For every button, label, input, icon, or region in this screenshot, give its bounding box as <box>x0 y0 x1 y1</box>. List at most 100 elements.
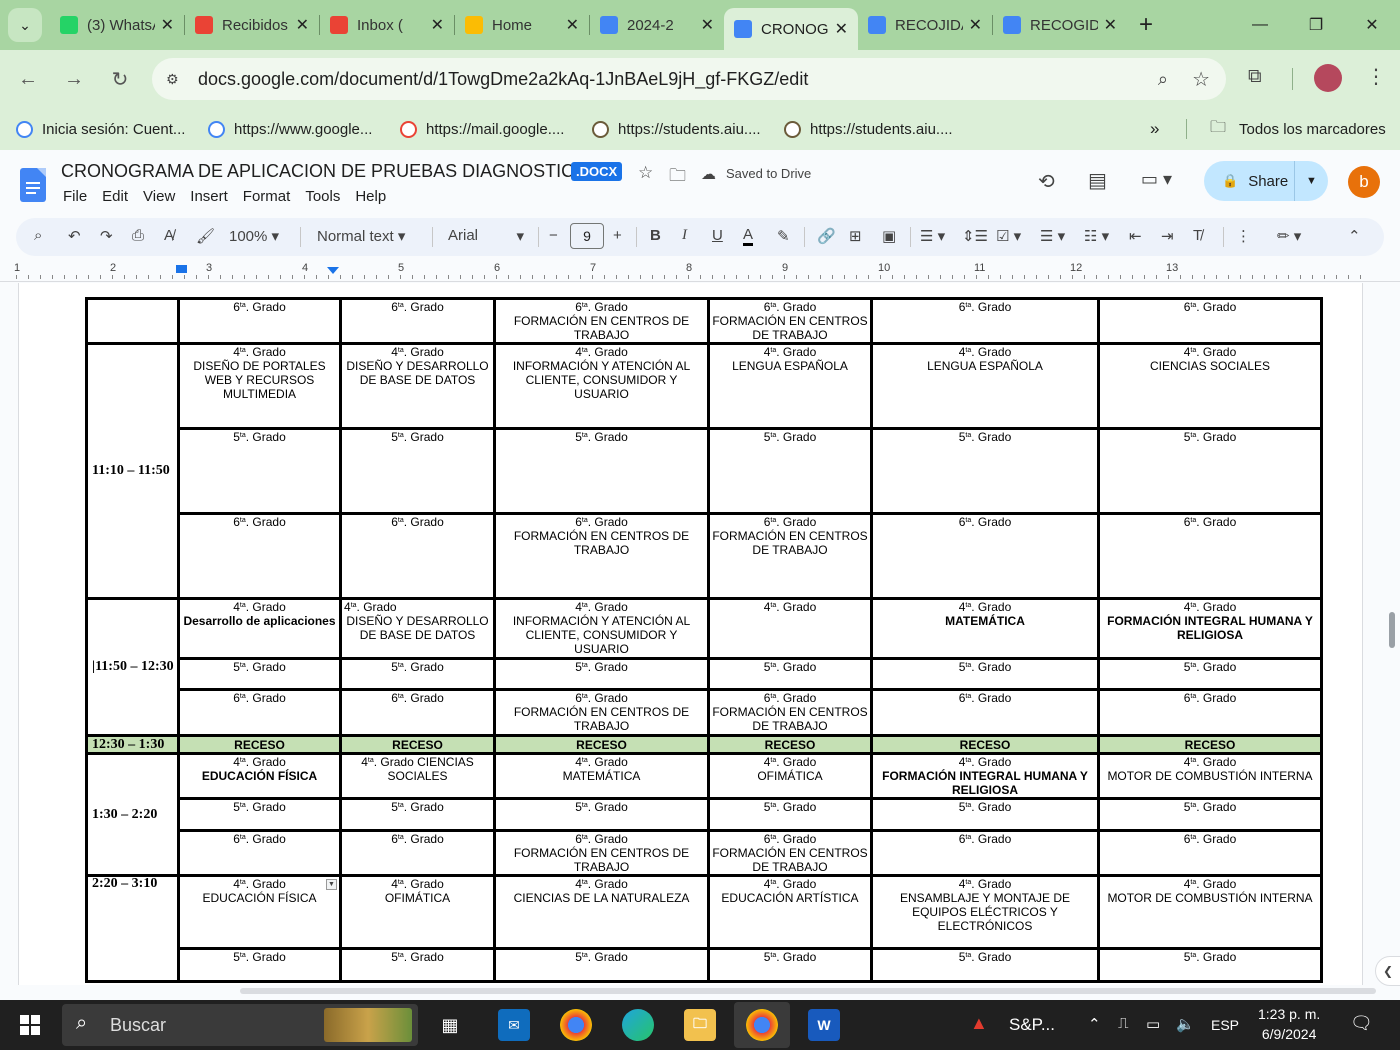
schedule-cell[interactable]: 4ta. Grado CIENCIAS SOCIALES <box>339 752 496 800</box>
schedule-cell[interactable]: 6ta. Grado <box>870 829 1100 877</box>
browser-tab[interactable]: CRONOGRAMA ✕ <box>724 8 858 50</box>
task-view-icon[interactable]: ▦ <box>434 1009 466 1041</box>
time-cell[interactable] <box>85 297 180 345</box>
schedule-cell[interactable]: 4ta. Grado <box>707 597 873 660</box>
chrome-active-icon[interactable] <box>746 1009 778 1041</box>
schedule-cell[interactable]: 6ta. Grado FORMACIÓN EN CENTROS DE TRABAJ… <box>707 829 873 877</box>
clock[interactable]: 1:23 p. m. 6/9/2024 <box>1258 1004 1320 1044</box>
schedule-cell[interactable]: 6ta. Grado <box>177 512 342 600</box>
schedule-cell[interactable]: 6ta. Grado <box>870 297 1100 345</box>
numbered-list-icon[interactable]: ☷ ▾ <box>1084 227 1109 245</box>
checklist-icon[interactable]: ☑ ▾ <box>996 227 1021 245</box>
bookmark-item[interactable]: https://www.google... <box>208 120 384 138</box>
schedule-cell[interactable]: 5ta. Grado <box>870 947 1100 983</box>
schedule-cell[interactable]: 6ta. Grado FORMACIÓN EN CENTROS DE TRABAJ… <box>707 297 873 345</box>
menu-tools[interactable]: Tools <box>305 188 340 205</box>
close-tab-icon[interactable]: ✕ <box>566 15 579 35</box>
mail-app-icon[interactable]: ✉ <box>498 1009 530 1041</box>
schedule-cell[interactable]: 5ta. Grado <box>1097 657 1323 691</box>
schedule-cell[interactable]: 6ta. Grado <box>339 829 496 877</box>
meet-icon[interactable]: ▭ ▾ <box>1141 169 1172 190</box>
time-cell[interactable]: 2:20 – 3:10 <box>85 874 180 983</box>
schedule-cell[interactable]: 6ta. Grado <box>177 829 342 877</box>
schedule-cell[interactable]: 4ta. Grado INFORMACIÓN Y ATENCIÓN AL CLIE… <box>493 342 710 430</box>
ruler[interactable]: 1 2 3 4 5 6 7 8 9 10 11 12 13 <box>0 262 1400 282</box>
schedule-cell[interactable]: 5ta. Grado <box>707 427 873 515</box>
paint-format-icon[interactable]: 🖌 <box>196 227 215 245</box>
usb-icon[interactable]: ⎍ <box>1118 1015 1129 1032</box>
bold-icon[interactable]: B <box>650 227 661 244</box>
style-select[interactable]: Normal text ▾ <box>317 227 405 245</box>
editing-mode-icon[interactable]: ✏ ▾ <box>1277 227 1301 245</box>
more-options-icon[interactable]: ⋮ <box>1236 227 1251 245</box>
comments-icon[interactable]: ▤ <box>1088 168 1107 193</box>
more-menu-icon[interactable]: ⋮ <box>1366 64 1386 89</box>
expand-side-panel-icon[interactable]: ❮ <box>1375 956 1400 986</box>
taskbar-search[interactable]: ⌕ Buscar <box>62 1004 418 1046</box>
share-dropdown-icon[interactable]: ▼ <box>1294 161 1328 201</box>
docs-logo-icon[interactable] <box>20 168 46 202</box>
document-page[interactable]: 6ta. Grado 6ta. Grado 6ta. Grado FORMACIÓN … <box>18 283 1363 985</box>
tab-search-button[interactable]: ⌄ <box>8 8 42 42</box>
schedule-cell[interactable]: 5ta. Grado <box>493 797 710 832</box>
schedule-cell[interactable]: 5ta. Grado <box>707 657 873 691</box>
document-title[interactable]: CRONOGRAMA DE APLICACION DE PRUEBAS DIAG… <box>61 161 586 182</box>
font-select[interactable]: Arial ▾ <box>448 227 524 245</box>
browser-tab[interactable]: Inbox (✕ <box>320 8 454 42</box>
close-tab-icon[interactable]: ✕ <box>835 19 848 39</box>
right-indent-marker[interactable] <box>327 267 339 274</box>
reload-button[interactable]: ↻ <box>100 67 140 92</box>
star-icon[interactable]: ☆ <box>638 163 653 183</box>
align-icon[interactable]: ☰ ▾ <box>920 227 945 245</box>
decrease-indent-icon[interactable]: ⇤ <box>1129 227 1142 245</box>
bookmark-star-icon[interactable]: ☆ <box>1192 67 1210 92</box>
history-icon[interactable]: ⟲ <box>1038 169 1055 194</box>
increase-indent-icon[interactable]: ⇥ <box>1161 227 1174 245</box>
spellcheck-icon[interactable]: A̸ <box>164 227 174 244</box>
minimize-button[interactable]: — <box>1232 0 1288 50</box>
back-button[interactable]: ← <box>8 68 48 91</box>
address-bar[interactable]: ⚙ docs.google.com/document/d/1TowgDme2a2… <box>152 58 1226 100</box>
schedule-cell[interactable]: 5ta. Grado <box>177 657 342 691</box>
schedule-cell[interactable]: 4ta. Grado DISEÑO Y DESARROLLO DE BASE DE… <box>339 597 496 660</box>
url-text[interactable]: docs.google.com/document/d/1TowgDme2a2kA… <box>198 69 808 90</box>
underline-icon[interactable]: U <box>712 227 723 244</box>
schedule-cell[interactable]: 6ta. Grado <box>1097 688 1323 737</box>
schedule-cell[interactable]: 4ta. Grado ENSAMBLAJE Y MONTAJE DE EQUIPO… <box>870 874 1100 950</box>
schedule-cell[interactable]: 4ta. Grado MOTOR DE COMBUSTIÓN INTERNA <box>1097 752 1323 800</box>
schedule-cell[interactable]: 6ta. Grado <box>339 297 496 345</box>
close-tab-icon[interactable]: ✕ <box>969 15 982 35</box>
print-icon[interactable]: ⎙ <box>132 227 144 244</box>
time-cell[interactable]: |11:50 – 12:30 <box>85 597 180 737</box>
time-cell[interactable]: 1:30 – 2:20 <box>85 752 180 877</box>
add-comment-icon[interactable]: ⊞ <box>849 227 862 245</box>
horizontal-scrollbar[interactable] <box>240 988 1376 994</box>
menu-file[interactable]: File <box>63 188 87 205</box>
recess-cell[interactable]: RECESO <box>177 734 342 755</box>
schedule-cell[interactable]: 6ta. Grado <box>870 512 1100 600</box>
menu-insert[interactable]: Insert <box>190 188 228 205</box>
schedule-cell[interactable]: 5ta. Grado <box>1097 947 1323 983</box>
schedule-cell[interactable]: 6ta. Grado <box>1097 512 1323 600</box>
increase-font-icon[interactable]: + <box>613 227 622 244</box>
schedule-cell[interactable]: 4ta. Grado DISEÑO DE PORTALES WEB Y RECUR… <box>177 342 342 430</box>
recess-cell[interactable]: RECESO <box>870 734 1100 755</box>
schedule-cell[interactable]: 4ta. Grado FORMACIÓN INTEGRAL HUMANA Y RE… <box>870 752 1100 800</box>
decrease-font-icon[interactable]: − <box>549 227 558 244</box>
close-tab-icon[interactable]: ✕ <box>161 15 174 35</box>
volume-icon[interactable]: 🔈 <box>1176 1015 1195 1033</box>
redo-icon[interactable]: ↷ <box>100 227 113 245</box>
schedule-cell[interactable]: 6ta. Grado <box>1097 297 1323 345</box>
schedule-cell[interactable]: 5ta. Grado <box>870 657 1100 691</box>
bookmark-item[interactable]: https://mail.google.... <box>400 120 576 138</box>
schedule-cell[interactable]: 5ta. Grado <box>493 947 710 983</box>
schedule-cell[interactable]: 4ta. Grado DISEÑO Y DESARROLLO DE BASE DE… <box>339 342 496 430</box>
schedule-cell[interactable]: 6ta. Grado <box>870 688 1100 737</box>
browser-tab[interactable]: Recibidos ✕ <box>185 8 319 42</box>
profile-avatar[interactable] <box>1314 64 1342 92</box>
zoom-icon[interactable]: ⌕ <box>1158 69 1168 90</box>
schedule-cell[interactable]: 6ta. Grado <box>1097 829 1323 877</box>
restore-button[interactable]: ❐ <box>1288 0 1344 50</box>
cell-dropdown-icon[interactable]: ▼ <box>326 879 337 890</box>
schedule-cell[interactable]: 5ta. Grado <box>339 797 496 832</box>
